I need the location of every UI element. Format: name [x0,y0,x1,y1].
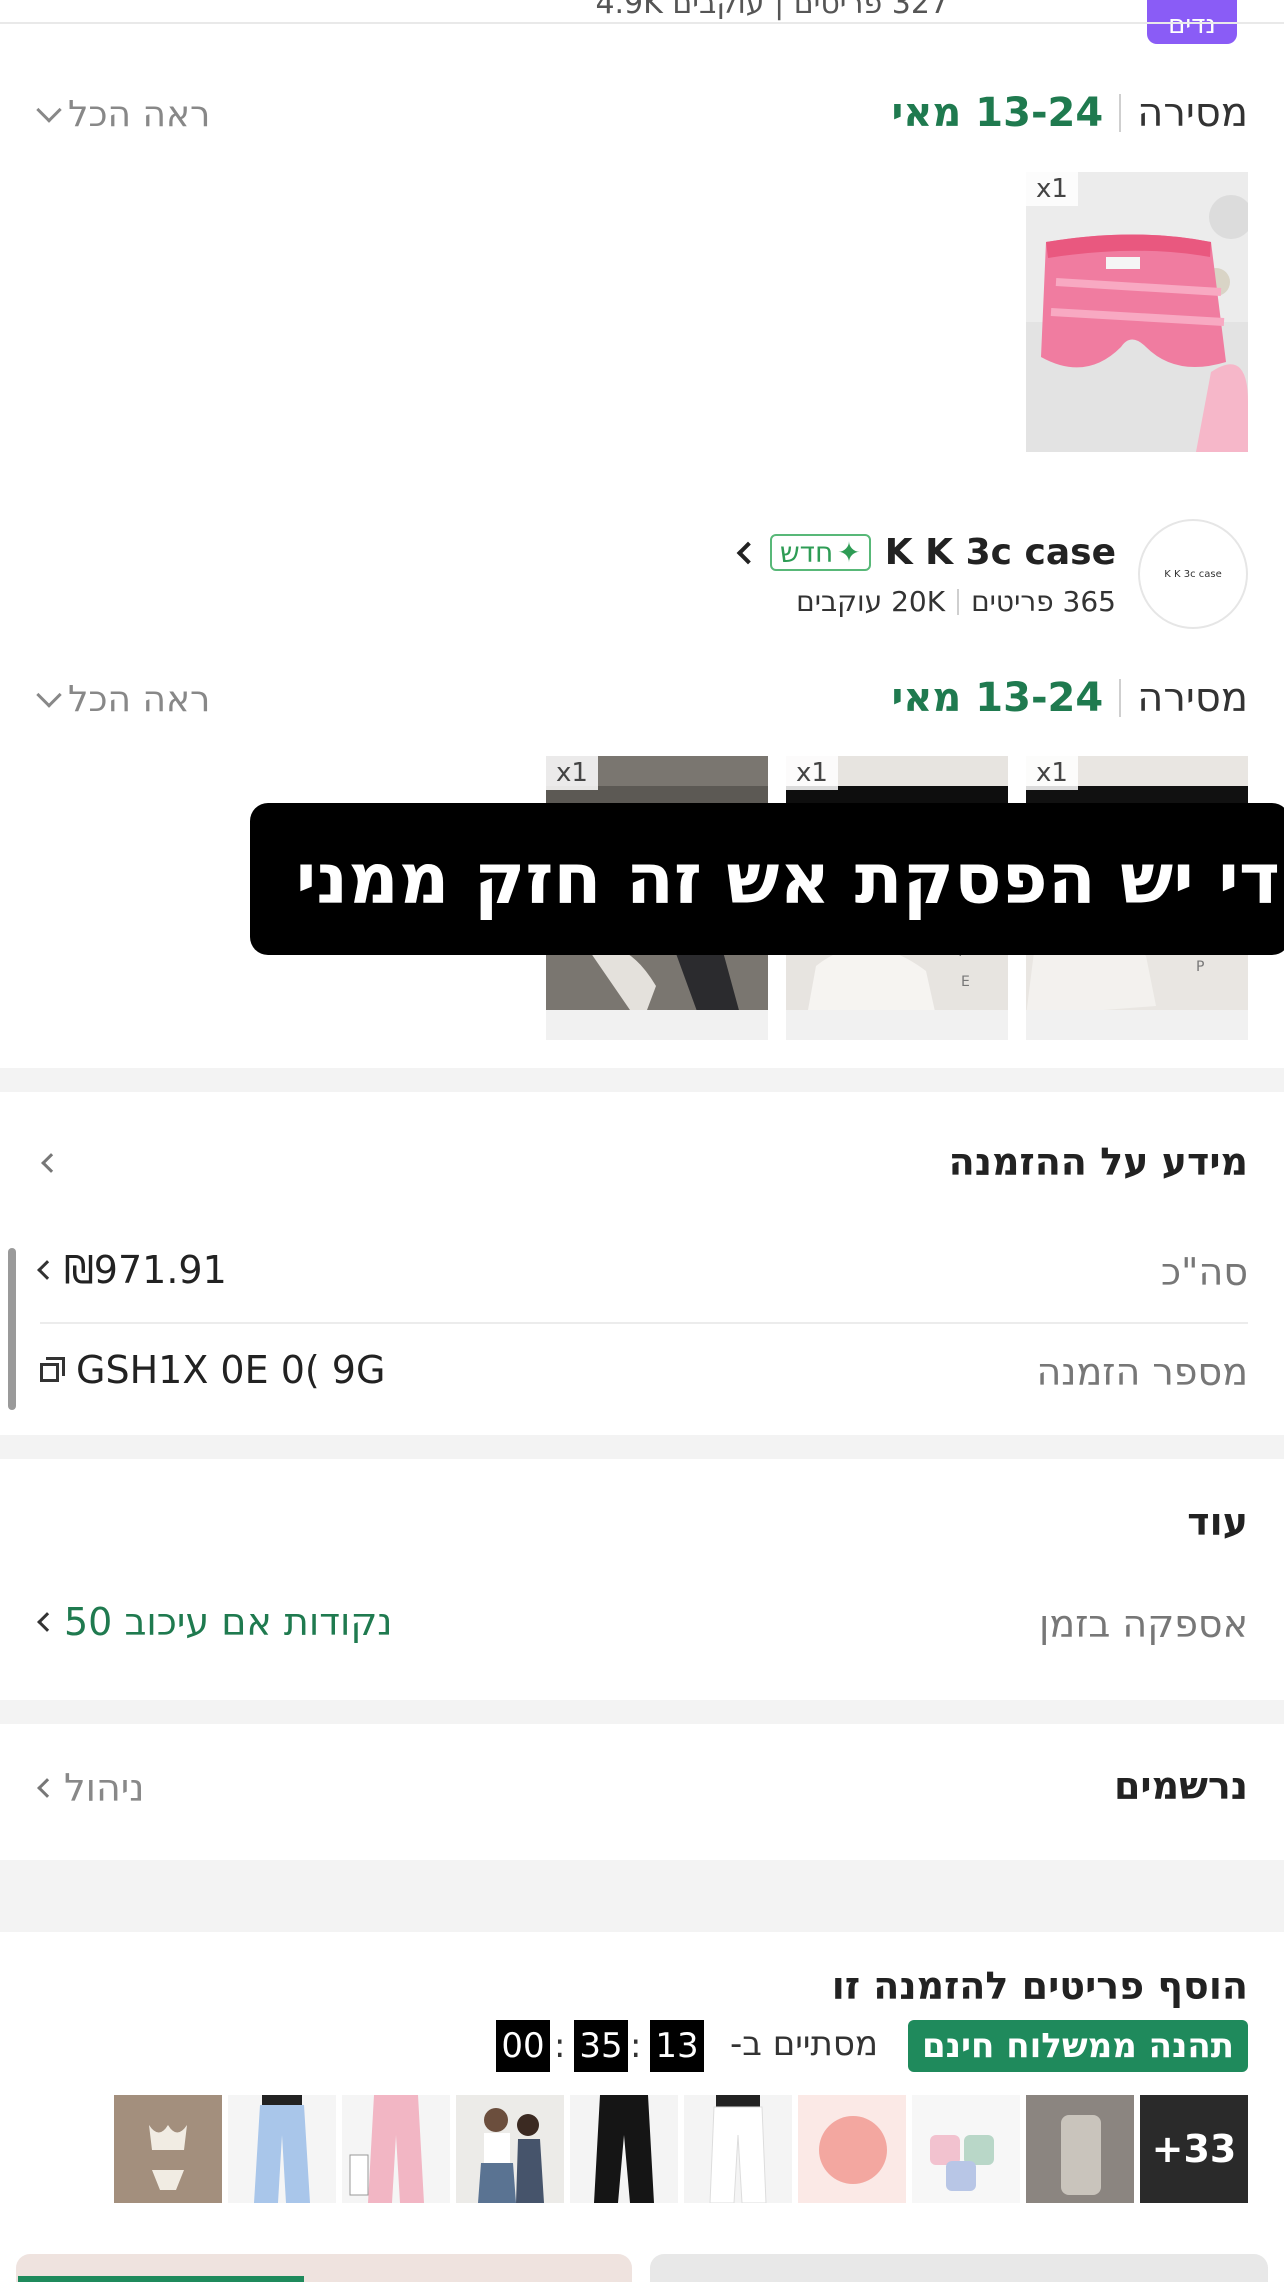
store-item-count: 365 פריטים [971,585,1116,618]
suggested-item-image [342,2095,450,2203]
see-all-label: ראה הכל [68,94,211,135]
timer-colon: : [630,2026,642,2066]
suggested-item-image [798,2095,906,2203]
suggested-item[interactable] [912,2095,1020,2203]
suggested-item-image [228,2095,336,2203]
separator [1119,679,1122,717]
add-items-title: הוסף פריטים להזמנה זו [831,1964,1248,2008]
timer-hours: 13 [650,2020,704,2072]
video-caption-overlay: די יש הפסקת אש זה חזק ממני [250,803,1284,955]
manage-button[interactable]: ניהול [37,1766,145,1810]
suggested-item-image [114,2095,222,2203]
free-shipping-badge: תהנה ממשלוח חינם [907,2020,1248,2072]
quantity-badge: x1 [786,756,838,790]
suggested-item-image [912,2095,1020,2203]
section-gap [0,1700,1284,1724]
thumbnail-footer [546,1010,768,1040]
scroll-indicator [8,1248,16,1410]
caption-text: די יש הפסקת אש זה חזק ממני [295,838,1280,920]
svg-text:P: P [1196,959,1204,975]
suggested-item[interactable] [570,2095,678,2203]
chevron-left-icon [37,1260,57,1280]
on-time-points: 50 נקודות אם עיכוב [64,1600,393,1644]
delivery-text: מסירה [1137,90,1248,136]
ends-in-label: מסתיים ב- [729,2024,878,2064]
section-gap [0,1068,1284,1092]
suggested-item[interactable] [798,2095,906,2203]
sparkle-icon: ✦ [837,536,861,569]
bottom-card[interactable] [650,2254,1268,2282]
delivery-text: מסירה [1137,675,1248,721]
separator [957,588,960,615]
order-number-label: מספר הזמנה [1036,1350,1248,1394]
svg-text:E: E [961,974,970,990]
new-badge: ✦ חדש [769,534,871,571]
order-number: GSH1X 0E 0( 9G [76,1348,386,1392]
timer-minutes: 35 [574,2020,628,2072]
suggested-item[interactable] [342,2095,450,2203]
more-title: עוד [1187,1500,1248,1544]
section-gap [0,1860,1284,1932]
suggested-item[interactable] [228,2095,336,2203]
total-value[interactable]: ₪971.91 [37,1248,227,1292]
chevron-down-icon [36,681,62,708]
store-name-link[interactable]: K K 3c case ✦ חדש [736,532,1116,573]
delivery-row: מסירה 13-24 מאי ראה הכל [0,80,1284,150]
product-thumbnail[interactable]: x1 [1026,172,1248,452]
delivery-row: מסירה 13-24 מאי ראה הכל [0,665,1284,735]
more-items-count: +33 [1151,2127,1237,2171]
delivery-date: 13-24 מאי [891,90,1104,136]
product-image [1026,172,1248,452]
total-amount: ₪971.91 [64,1248,227,1292]
avatar-text: K K 3c case [1164,568,1222,580]
manage-label: ניהול [64,1766,145,1810]
delivery-label: מסירה 13-24 מאי [892,90,1249,136]
see-all-label: ראה הכל [68,679,211,720]
suggested-item-image [1026,2095,1134,2203]
suggested-item[interactable] [1026,2095,1134,2203]
on-time-label: אספקה בזמן [1039,1602,1248,1646]
notes-title: נרשמים [1113,1764,1248,1808]
suggested-item-image [684,2095,792,2203]
separator [1119,94,1122,132]
order-info-chevron[interactable] [41,1153,61,1173]
thumbnail-footer [1026,1010,1248,1040]
quantity-badge: x1 [1026,172,1078,206]
section-gap [0,1435,1284,1459]
quantity-badge: x1 [546,756,598,790]
see-all-button[interactable]: ראה הכל [36,679,211,720]
divider [40,1322,1248,1324]
see-all-button[interactable]: ראה הכל [36,94,211,135]
copy-icon[interactable] [40,1357,66,1383]
store-stats-cut: 327 פריטים | עוקבים 4.9K [595,0,949,21]
thumbnail-footer [786,1010,1008,1040]
more-items-button[interactable]: +33 [1140,2095,1248,2203]
chevron-left-icon [41,1153,61,1173]
new-badge-label: חדש [779,536,834,569]
store-followers: 20K עוקבים [796,585,946,618]
delivery-date: 13-24 מאי [891,675,1104,721]
suggested-item-image [456,2095,564,2203]
chevron-down-icon [36,96,62,123]
suggested-item[interactable] [456,2095,564,2203]
store-stats: 365 פריטים 20K עוקבים [796,585,1116,618]
timer-colon: : [554,2026,566,2066]
on-time-value[interactable]: 50 נקודות אם עיכוב [37,1600,393,1644]
suggested-item-image [570,2095,678,2203]
suggested-item[interactable] [114,2095,222,2203]
chevron-left-icon [37,1778,57,1798]
chevron-left-icon [736,541,760,564]
delivery-label: מסירה 13-24 מאי [892,675,1249,721]
quantity-badge: x1 [1026,756,1078,790]
timer-seconds: 00 [496,2020,550,2072]
order-number-value[interactable]: GSH1X 0E 0( 9G [40,1348,385,1392]
store-name: K K 3c case [884,532,1116,573]
suggested-item[interactable] [684,2095,792,2203]
progress-bar [18,2276,304,2282]
chevron-left-icon [37,1612,57,1632]
total-label: סה"כ [1160,1250,1248,1294]
order-info-title: מידע על ההזמנה [948,1140,1248,1184]
store-avatar[interactable]: K K 3c case [1138,519,1248,629]
divider [0,22,1284,24]
